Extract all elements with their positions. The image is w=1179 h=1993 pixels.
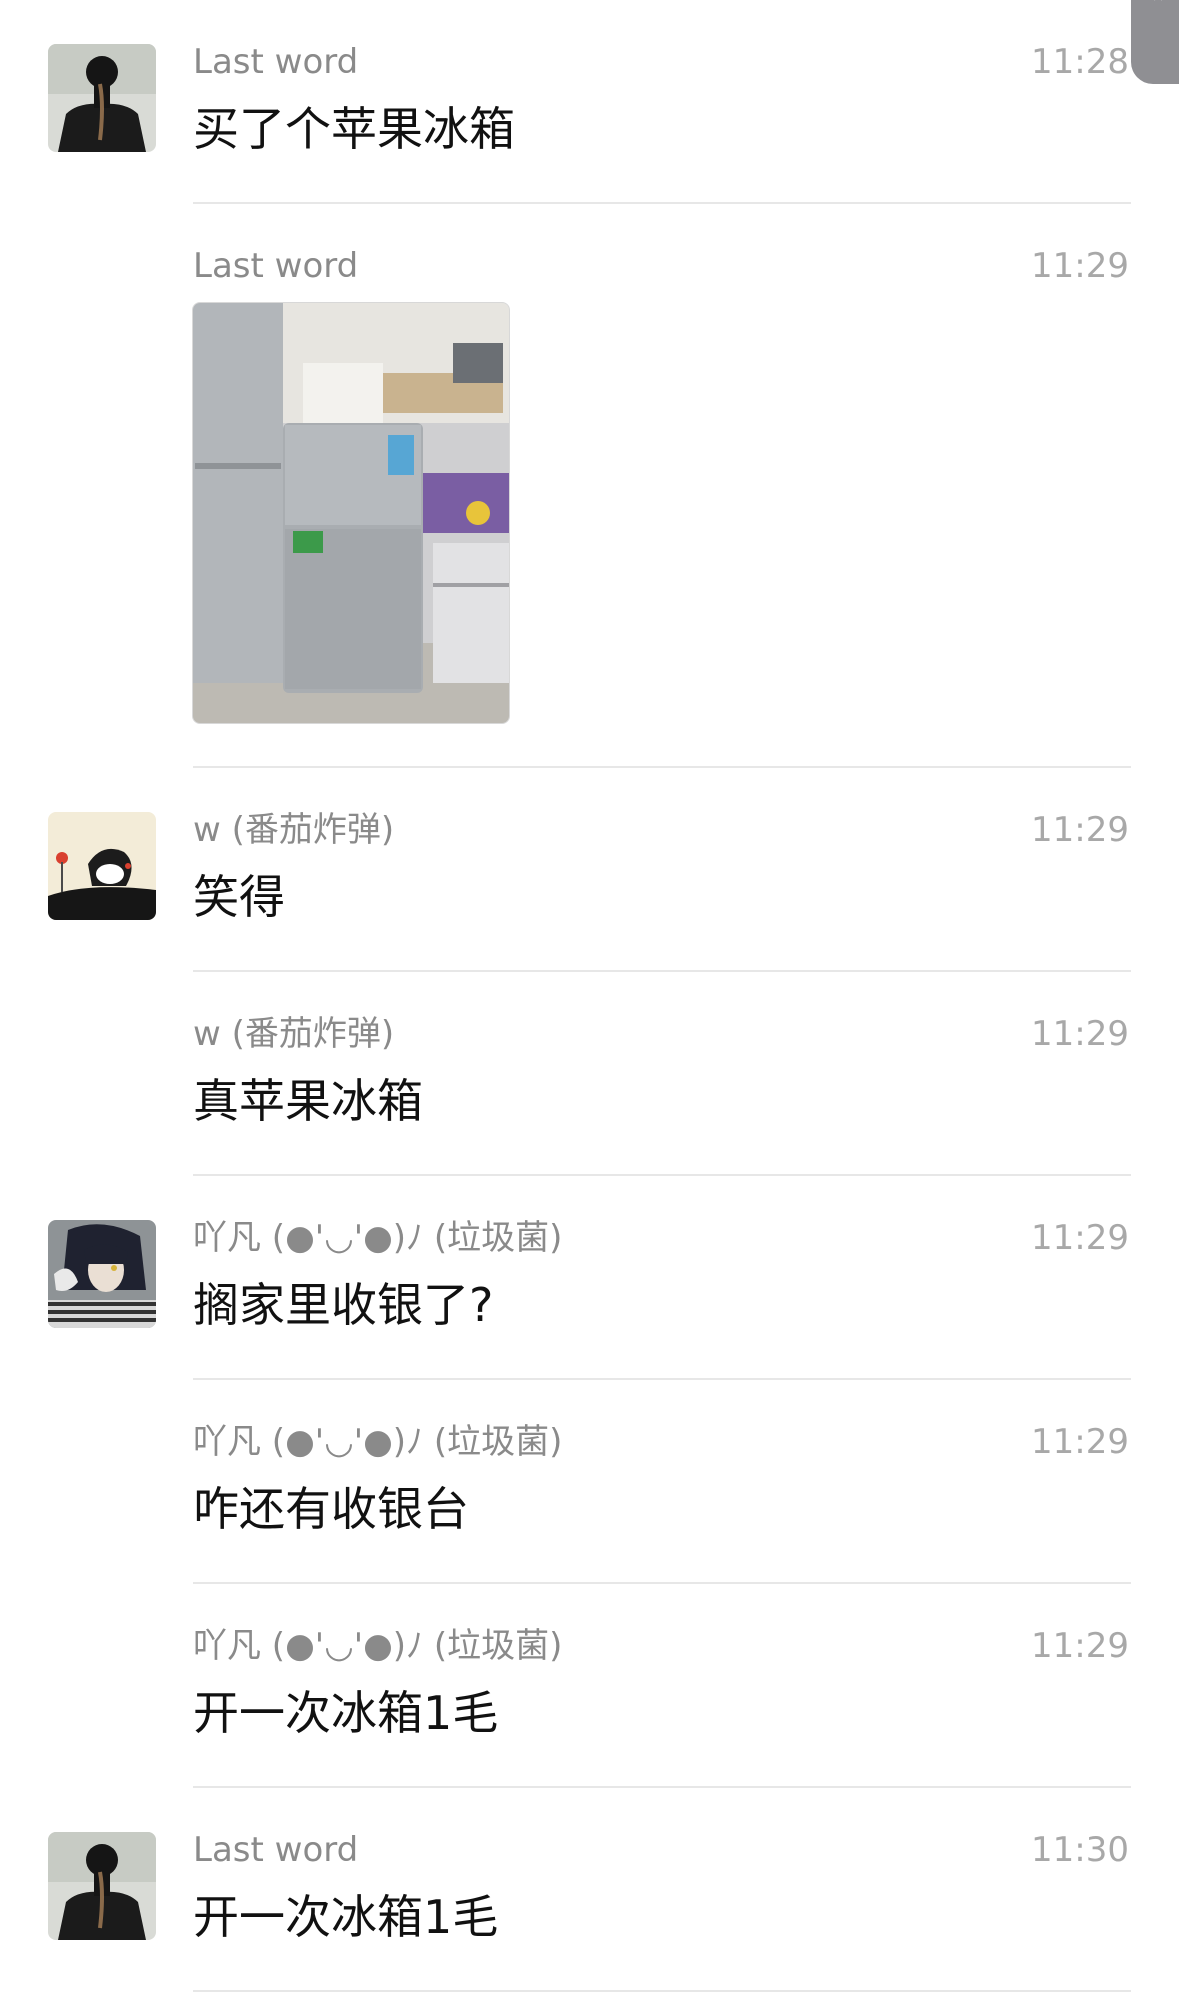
sender-name: 吖凡 (●'◡'●)ﾉ (垃圾菌) [193, 1422, 563, 1462]
message-text[interactable]: 笑得 [193, 868, 285, 926]
avatar[interactable] [48, 1832, 156, 1940]
message-time: 11:29 [1031, 1014, 1129, 1054]
divider [193, 1990, 1131, 1992]
message-row[interactable]: w (番茄炸弹) 11:29 笑得 [0, 768, 1179, 972]
sender-name: 吖凡 (●'◡'●)ﾉ (垃圾菌) [193, 1626, 563, 1666]
message-row[interactable]: 吖凡 (●'◡'●)ﾉ (垃圾菌) 11:29 搁家里收银了? [0, 1176, 1179, 1380]
message-row[interactable]: Last word 11:29 [0, 0, 1179, 768]
message-time: 11:29 [1031, 1422, 1129, 1462]
message-text[interactable]: 搁家里收银了? [193, 1276, 493, 1334]
message-time: 11:29 [1031, 810, 1129, 850]
message-photo[interactable] [192, 302, 510, 724]
message-row[interactable]: Last word 11:30 开一次冰箱1毛 [0, 1788, 1179, 1992]
sender-name: Last word [193, 246, 359, 286]
avatar[interactable] [48, 1220, 156, 1328]
sender-name: w (番茄炸弹) [193, 1014, 395, 1054]
sender-name: w (番茄炸弹) [193, 810, 395, 850]
message-text[interactable]: 咋还有收银台 [193, 1480, 469, 1538]
message-time: 11:29 [1031, 1626, 1129, 1666]
sender-name: 吖凡 (●'◡'●)ﾉ (垃圾菌) [193, 1218, 563, 1258]
sender-name: Last word [193, 1830, 359, 1870]
message-time: 11:29 [1031, 246, 1129, 286]
message-text[interactable]: 开一次冰箱1毛 [193, 1684, 498, 1742]
message-time: 11:29 [1031, 1218, 1129, 1258]
message-text[interactable]: 真苹果冰箱 [193, 1072, 423, 1130]
message-row[interactable]: w (番茄炸弹) 11:29 真苹果冰箱 [0, 972, 1179, 1176]
message-text[interactable]: 开一次冰箱1毛 [193, 1888, 498, 1946]
avatar[interactable] [48, 812, 156, 920]
message-row[interactable]: 吖凡 (●'◡'●)ﾉ (垃圾菌) 11:29 开一次冰箱1毛 [0, 1584, 1179, 1788]
message-time: 11:30 [1031, 1830, 1129, 1870]
message-row[interactable]: 吖凡 (●'◡'●)ﾉ (垃圾菌) 11:29 咋还有收银台 [0, 1380, 1179, 1584]
